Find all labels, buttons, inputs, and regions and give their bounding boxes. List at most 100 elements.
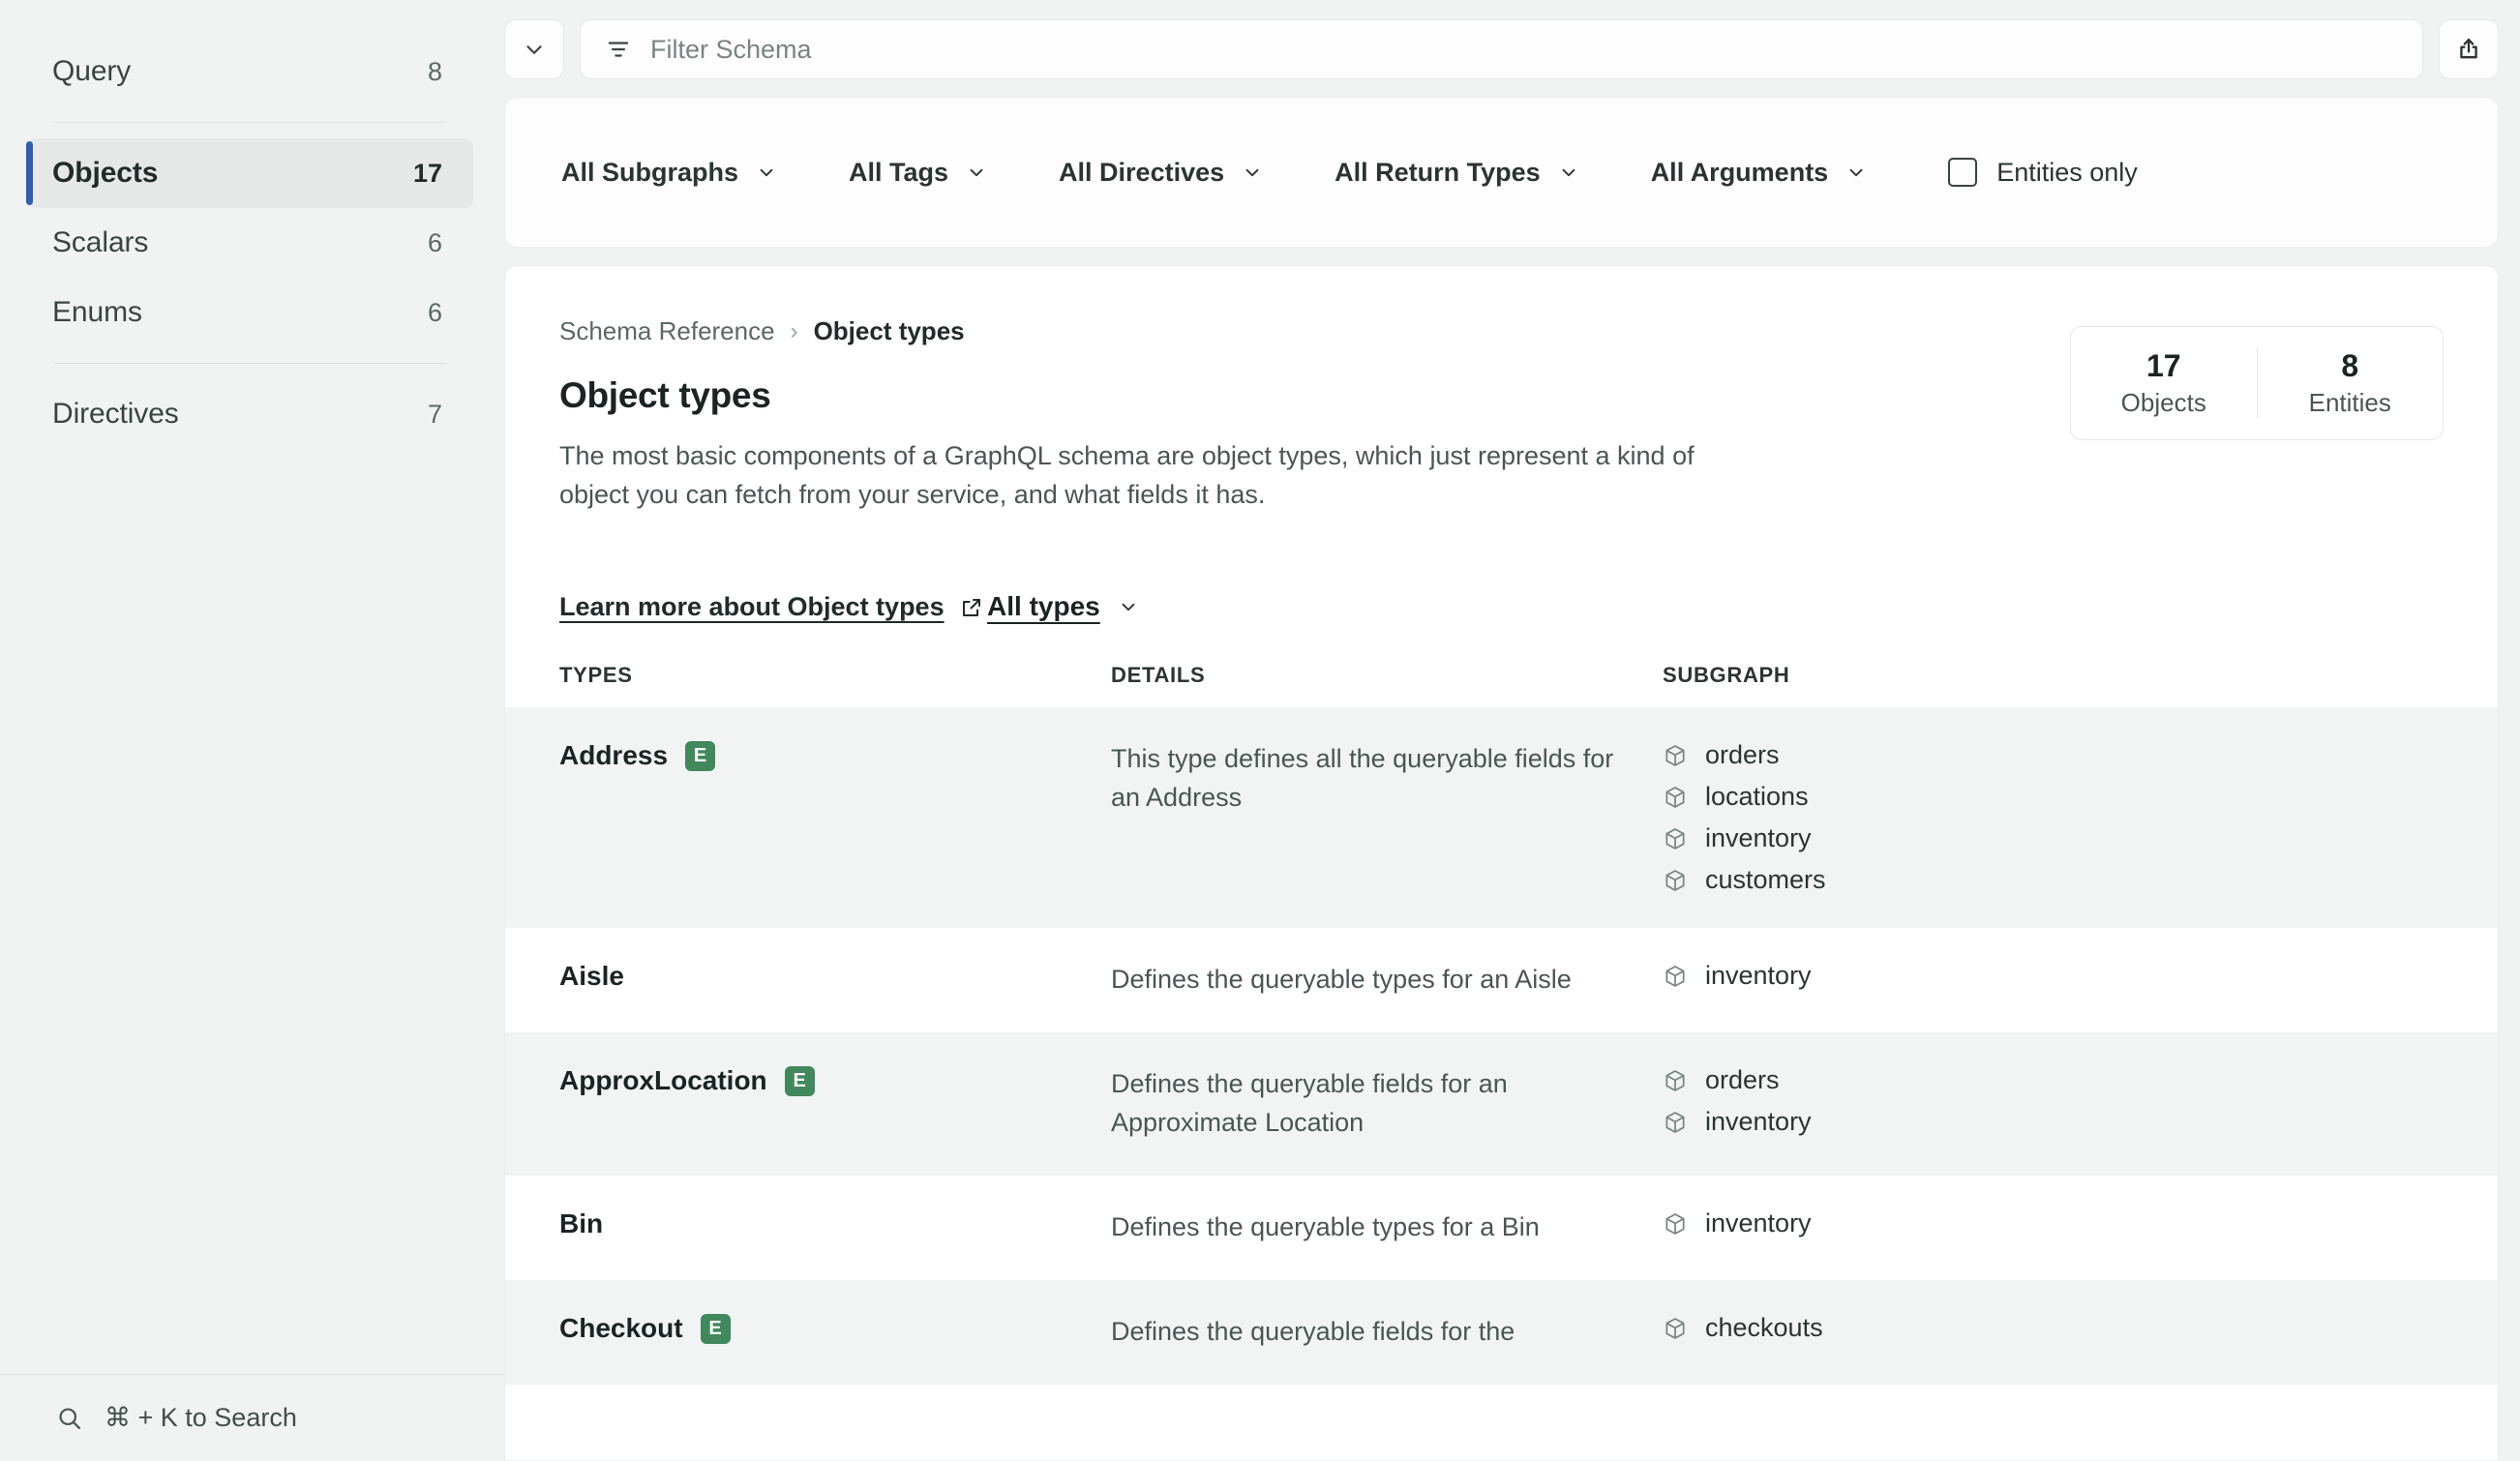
subgraph-label: inventory — [1705, 823, 1812, 853]
sidebar-nav: Query 8 Objects 17 Scalars 6 Enums 6 Dir… — [0, 0, 504, 449]
cell-subgraph: checkouts — [1663, 1313, 2444, 1343]
cell-subgraph: orders inventory — [1663, 1065, 2444, 1137]
share-button[interactable] — [2439, 19, 2499, 79]
entities-only-checkbox[interactable] — [1948, 158, 1978, 187]
sidebar-divider-top — [54, 122, 447, 123]
subgraph-item[interactable]: customers — [1663, 865, 2444, 895]
subgraph-label: locations — [1705, 782, 1809, 812]
type-name-link[interactable]: Aisle — [559, 961, 1111, 992]
subgraph-item[interactable]: inventory — [1663, 961, 2444, 991]
table-row[interactable]: Checkout E Defines the queryable fields fo… — [505, 1280, 2498, 1386]
type-name-label: Address — [559, 740, 669, 771]
sidebar-item-objects[interactable]: Objects 17 — [26, 138, 473, 208]
subgraph-list: inventory — [1663, 1208, 2444, 1238]
subgraph-label: customers — [1705, 865, 1826, 895]
chevron-down-icon — [1845, 162, 1867, 183]
table-row[interactable]: ApproxLocation E Defines the queryable fie… — [505, 1032, 2498, 1177]
subgraph-item[interactable]: locations — [1663, 782, 2444, 812]
column-header-types: TYPES — [559, 663, 633, 688]
sidebar-search-trigger[interactable]: ⌘ + K to Search — [0, 1374, 504, 1461]
subgraph-item[interactable]: inventory — [1663, 823, 2444, 853]
cube-icon — [1663, 826, 1688, 851]
types-table: TYPES DETAILS SUBGRAPH Address E This type… — [505, 663, 2498, 1386]
sidebar-divider-bottom — [54, 363, 447, 364]
breadcrumb-root[interactable]: Schema Reference — [559, 316, 775, 346]
sidebar-item-scalars[interactable]: Scalars 6 — [27, 208, 473, 278]
filter-all-directives[interactable]: All Directives — [1059, 158, 1263, 188]
type-name-link[interactable]: Address E — [559, 740, 1111, 771]
sidebar-item-count: 6 — [427, 297, 442, 327]
table-row[interactable]: Aisle Defines the queryable types for an … — [505, 928, 2498, 1032]
stat-entities: 8 Entities — [2256, 348, 2444, 418]
sidebar-item-label: Enums — [52, 296, 142, 328]
collapse-sidebar-button[interactable] — [504, 19, 564, 79]
type-name-link[interactable]: Bin — [559, 1208, 1111, 1239]
table-row[interactable]: Bin Defines the queryable types for a Bin… — [505, 1176, 2498, 1280]
filter-all-arguments[interactable]: All Arguments — [1651, 158, 1868, 188]
cube-icon — [1663, 1211, 1688, 1237]
external-link-icon — [960, 596, 983, 619]
filter-icon — [606, 37, 631, 62]
facet-filter-bar: All Subgraphs All Tags All Directives Al… — [504, 97, 2499, 248]
sidebar-item-label: Scalars — [52, 226, 149, 258]
cube-icon — [1663, 1110, 1688, 1135]
type-name-link[interactable]: ApproxLocation E — [559, 1065, 1111, 1096]
subgraph-label: inventory — [1705, 1208, 1812, 1238]
entity-badge: E — [700, 1313, 731, 1344]
entity-badge: E — [784, 1065, 815, 1096]
type-name-label: ApproxLocation — [559, 1065, 767, 1096]
subgraph-item[interactable]: checkouts — [1663, 1313, 2444, 1343]
subgraph-item[interactable]: inventory — [1663, 1107, 2444, 1137]
filter-all-return-types[interactable]: All Return Types — [1335, 158, 1579, 188]
chevron-down-icon — [966, 162, 987, 183]
type-name-label: Bin — [559, 1208, 604, 1239]
filter-schema-field[interactable] — [580, 19, 2423, 79]
subgraph-list: inventory — [1663, 961, 2444, 991]
subgraph-list: orders inventory — [1663, 1065, 2444, 1137]
facet-label: All Tags — [849, 157, 949, 187]
sidebar-item-label: Objects — [52, 157, 159, 189]
search-input[interactable] — [650, 34, 2397, 65]
sidebar-item-label: Query — [52, 55, 132, 87]
subgraph-item[interactable]: orders — [1663, 1065, 2444, 1095]
type-filter-dropdown[interactable]: All types — [987, 591, 1139, 622]
sidebar-item-directives[interactable]: Directives 7 — [27, 379, 473, 449]
subgraph-label: inventory — [1705, 1107, 1812, 1137]
subgraph-item[interactable]: orders — [1663, 740, 2444, 770]
cube-icon — [1663, 785, 1688, 810]
facet-label: All Arguments — [1650, 157, 1829, 187]
sidebar-item-count: 6 — [427, 227, 442, 257]
cell-details: Defines the queryable fields for the — [1111, 1317, 1515, 1347]
share-export-icon — [2455, 36, 2482, 63]
sidebar-item-enums[interactable]: Enums 6 — [27, 278, 473, 347]
cell-type: Aisle — [559, 961, 1111, 992]
cell-details: Defines the queryable types for a Bin — [1111, 1212, 1540, 1242]
learn-more-link[interactable]: Learn more about Object types — [559, 592, 983, 622]
column-header-details: DETAILS — [1111, 663, 1206, 688]
sidebar: Query 8 Objects 17 Scalars 6 Enums 6 Dir… — [0, 0, 504, 1461]
cube-icon — [1663, 1316, 1688, 1341]
sidebar-item-label: Directives — [52, 398, 179, 430]
schema-reference-app: Query 8 Objects 17 Scalars 6 Enums 6 Dir… — [0, 0, 2520, 1461]
chevron-down-icon — [1242, 162, 1263, 183]
entities-only-toggle[interactable]: Entities only — [1948, 158, 2138, 188]
type-name-link[interactable]: Checkout E — [559, 1313, 1111, 1344]
filter-all-subgraphs[interactable]: All Subgraphs — [561, 158, 777, 188]
sidebar-item-count: 17 — [412, 158, 442, 188]
chevron-down-icon — [1118, 596, 1139, 617]
chevron-down-icon — [1558, 162, 1579, 183]
type-name-label: Checkout — [559, 1313, 683, 1344]
cell-type: Checkout E — [559, 1313, 1111, 1344]
filter-all-tags[interactable]: All Tags — [849, 158, 987, 188]
sidebar-item-count: 8 — [427, 56, 442, 86]
chevron-right-icon: › — [790, 317, 798, 344]
table-body: Address E This type defines all the querya… — [505, 707, 2498, 1386]
table-row[interactable]: Address E This type defines all the querya… — [505, 707, 2498, 929]
subgraph-label: checkouts — [1705, 1313, 1823, 1343]
chevron-down-icon — [522, 37, 547, 62]
cube-icon — [1663, 1068, 1688, 1093]
subgraph-item[interactable]: inventory — [1663, 1208, 2444, 1238]
sidebar-item-query[interactable]: Query 8 — [27, 37, 473, 106]
top-toolbar — [504, 19, 2499, 79]
main-region: All Subgraphs All Tags All Directives Al… — [504, 0, 2520, 1461]
